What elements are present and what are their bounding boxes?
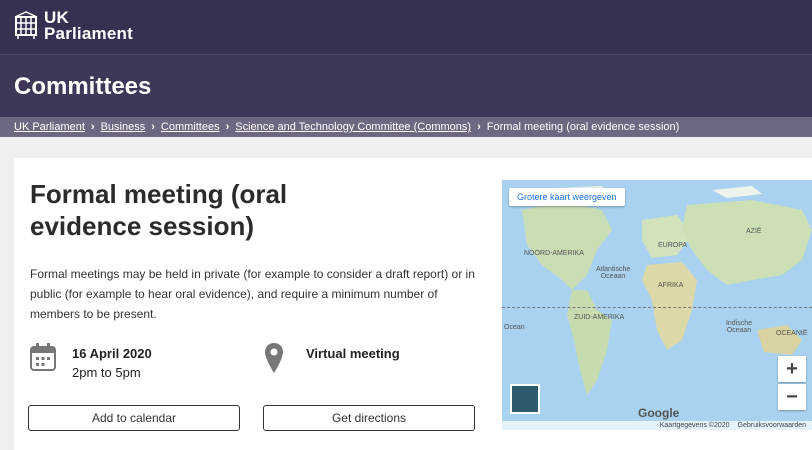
map-label-ocean-left: Ocean	[504, 324, 525, 331]
chevron-right-icon: ›	[225, 121, 230, 133]
bigger-map-link[interactable]: Grotere kaart weergeven	[509, 188, 625, 206]
map-label-north-america: NOORD-AMERIKA	[524, 250, 584, 257]
chevron-right-icon: ›	[477, 121, 481, 133]
map-label-south-america: ZUID-AMERIKA	[574, 314, 625, 321]
map-label-atlantic: Atlantische Oceaan	[596, 266, 631, 280]
equator-line	[502, 307, 812, 308]
map-pin-icon	[265, 343, 283, 373]
brand-line-2: Parliament	[44, 24, 133, 43]
event-time: 2pm to 5pm	[72, 365, 141, 380]
breadcrumb-uk-parliament[interactable]: UK Parliament	[14, 121, 85, 133]
event-date-block: 16 April 2020 2pm to 5pm	[30, 343, 152, 380]
breadcrumb-committees[interactable]: Committees	[161, 121, 220, 133]
section-banner: Committees	[0, 54, 812, 117]
breadcrumb: UK Parliament › Business › Committees › …	[0, 117, 812, 137]
zoom-out-button[interactable]: −	[778, 384, 806, 410]
breadcrumb-business[interactable]: Business	[101, 121, 146, 133]
event-location-block: Virtual meeting	[264, 343, 400, 374]
site-header: UK Parliament	[0, 0, 812, 54]
map-terms-link[interactable]: Gebruiksvoorwaarden	[738, 422, 806, 429]
google-logo: Google	[638, 406, 680, 420]
map-data-credit[interactable]: Kaartgegevens ©2020	[660, 422, 730, 429]
calendar-icon	[30, 343, 56, 371]
map-label-oceania: OCEANIË	[776, 330, 808, 337]
map-label-africa: AFRIKA	[658, 282, 684, 289]
event-date: 16 April 2020	[72, 346, 152, 361]
section-title[interactable]: Committees	[14, 73, 151, 101]
chevron-right-icon: ›	[90, 121, 95, 133]
event-title: Formal meeting (oral evidence session)	[30, 179, 288, 241]
add-to-calendar-button[interactable]: Add to calendar	[28, 405, 240, 431]
portcullis-icon	[14, 11, 38, 39]
location-map[interactable]: Grotere kaart weergeven NOORD-AMERIKA EU…	[502, 180, 812, 430]
event-description: Formal meetings may be held in private (…	[30, 267, 475, 321]
breadcrumb-current: Formal meeting (oral evidence session)	[486, 121, 680, 133]
uk-parliament-logo[interactable]: UK Parliament	[14, 9, 133, 43]
breadcrumb-committee[interactable]: Science and Technology Committee (Common…	[235, 121, 471, 133]
world-map-graphic	[502, 180, 812, 430]
zoom-in-button[interactable]: +	[778, 356, 806, 382]
map-label-indian-ocean: Indische Oceaan	[725, 320, 753, 334]
satellite-view-toggle[interactable]	[510, 384, 540, 414]
map-label-asia: AZIË	[746, 228, 762, 235]
event-location: Virtual meeting	[306, 346, 400, 361]
map-footer: Kaartgegevens ©2020 Gebruiksvoorwaarden	[502, 421, 812, 430]
chevron-right-icon: ›	[151, 121, 155, 133]
map-label-europe: EUROPA	[658, 242, 688, 249]
get-directions-button[interactable]: Get directions	[263, 405, 475, 431]
